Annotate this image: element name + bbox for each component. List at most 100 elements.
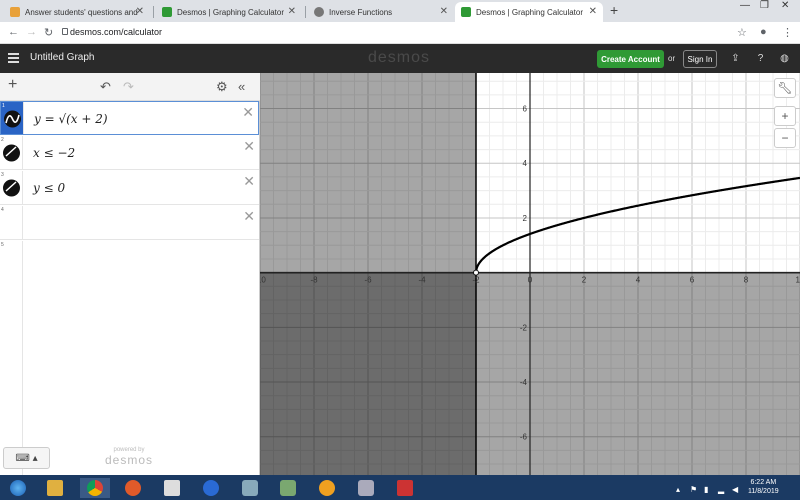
expression-number: 1	[2, 103, 5, 109]
minimize-icon[interactable]: —	[740, 0, 750, 11]
magnifier-icon	[319, 480, 335, 496]
graph-settings-wrench-icon[interactable]: 🔧︎	[774, 78, 796, 98]
desmos-favicon-icon	[162, 7, 172, 17]
share-icon[interactable]: ⇪	[729, 52, 742, 65]
zoom-in-button[interactable]: +	[774, 106, 796, 126]
taskbar-app-5[interactable]	[196, 478, 226, 498]
bookmark-star-icon[interactable]: ☆	[737, 26, 747, 39]
taskbar-app-6[interactable]	[235, 478, 265, 498]
taskbar-search[interactable]	[312, 478, 342, 498]
expression-row-1[interactable]: 1 y = √(x + 2) ✕	[0, 101, 259, 135]
x-tick-label: 0	[528, 276, 533, 285]
taskbar-app-7[interactable]	[273, 478, 303, 498]
url-field[interactable]: desmos.com/calculator	[70, 27, 162, 37]
menu-dots-icon[interactable]: ⋮	[782, 26, 793, 39]
flag-icon[interactable]: ⚑	[690, 485, 697, 494]
expression-panel: + ↶ ↷ ⚙ « 1 y = √(x + 2) ✕ 2 x ≤ −2 ✕ 3	[0, 73, 260, 475]
sign-in-button[interactable]: Sign In	[683, 50, 717, 68]
help-icon[interactable]: ?	[754, 52, 767, 65]
reload-icon[interactable]: ↻	[44, 26, 53, 39]
taskbar-app-3[interactable]	[118, 478, 148, 498]
zoom-out-button[interactable]: −	[774, 128, 796, 148]
browser-tab-title: Desmos | Graphing Calculator	[177, 7, 285, 17]
y-tick-label: 6	[523, 105, 528, 114]
language-globe-icon[interactable]: ◍	[778, 52, 791, 65]
battery-icon[interactable]: ▮	[704, 485, 708, 494]
new-tab-icon[interactable]: +	[610, 2, 618, 18]
x-tick-label: -2	[472, 276, 480, 285]
app-icon	[358, 480, 374, 496]
start-button[interactable]	[3, 478, 33, 498]
desmos-logo: desmos	[368, 49, 431, 66]
or-label: or	[668, 54, 676, 63]
snipping-tool-icon	[397, 480, 413, 496]
delete-expression-icon[interactable]: ✕	[242, 104, 254, 121]
create-account-button[interactable]: Create Account	[597, 50, 664, 68]
expression-text[interactable]: x ≤ −2	[33, 146, 75, 160]
forward-icon[interactable]: →	[26, 26, 37, 38]
browser-tab-strip: Answer students' questions and ✕ Desmos …	[0, 0, 800, 22]
taskbar-clock[interactable]: 6:22 AM 11/8/2019	[748, 478, 779, 496]
graph-paper[interactable]: -10 -8 -6 -4 -2 0 2 4 6 8 10 2 4 6 -2 -4 -6 🔧︎ + −	[260, 73, 800, 475]
graph-title[interactable]: Untitled Graph	[30, 52, 94, 63]
address-bar: ← → ↻ desmos.com/calculator ☆ ● ⋮	[0, 22, 800, 44]
y-tick-label: -2	[520, 323, 528, 332]
expression-text[interactable]: y = √(x + 2)	[34, 112, 108, 126]
close-tab-icon[interactable]: ✕	[288, 6, 296, 17]
undo-icon[interactable]: ↶	[100, 79, 111, 95]
back-icon[interactable]: ←	[8, 26, 19, 38]
collapse-panel-icon[interactable]: «	[238, 79, 245, 94]
graph-canvas[interactable]: -10 -8 -6 -4 -2 0 2 4 6 8 10 2 4 6 -2 -4 -6	[260, 73, 800, 475]
powered-by-desmos: powered by desmos	[103, 447, 155, 467]
browser-tab-title: Inverse Functions	[329, 7, 393, 17]
browser-tab-title: Answer students' questions and	[25, 7, 138, 17]
taskbar-chrome[interactable]	[80, 478, 110, 498]
profile-icon[interactable]: ●	[760, 26, 767, 38]
network-icon[interactable]: ▂	[718, 485, 724, 494]
volume-icon[interactable]: ◀	[732, 485, 738, 494]
tray-expand-icon[interactable]: ▴	[676, 485, 680, 494]
taskbar-app-10[interactable]	[390, 478, 420, 498]
window-icon	[164, 480, 180, 496]
delete-expression-icon[interactable]: ✕	[243, 138, 255, 155]
globe-icon	[314, 7, 324, 17]
x-tick-label: 8	[744, 276, 749, 285]
expression-row-4[interactable]: 4 ✕	[0, 206, 259, 240]
taskbar-explorer[interactable]	[40, 478, 70, 498]
expression-tab: 5	[0, 241, 23, 475]
close-tab-icon[interactable]: ✕	[136, 6, 144, 17]
close-tab-icon[interactable]: ✕	[589, 6, 597, 17]
browser-tab-2[interactable]: Desmos | Graphing Calculator ✕	[156, 2, 302, 22]
browser-tab-3[interactable]: Inverse Functions ✕	[308, 2, 454, 22]
x-tick-label: 6	[690, 276, 695, 285]
desmos-header: Untitled Graph desmos	[0, 44, 800, 73]
expression-row-5[interactable]: 5	[0, 241, 259, 475]
taskbar-app-4[interactable]	[157, 478, 187, 498]
delete-expression-icon[interactable]: ✕	[243, 208, 255, 225]
app-icon	[203, 480, 219, 496]
expression-text[interactable]: y ≤ 0	[33, 181, 65, 195]
keypad-toggle-button[interactable]: ⌨ ▴	[3, 447, 50, 469]
expression-row-3[interactable]: 3 y ≤ 0 ✕	[0, 171, 259, 205]
expression-tab[interactable]: 3	[0, 171, 23, 204]
settings-gear-icon[interactable]: ⚙	[216, 79, 228, 95]
taskbar-app-9[interactable]	[351, 478, 381, 498]
expression-tab[interactable]: 1	[1, 102, 24, 134]
browser-tab-1[interactable]: Answer students' questions and ✕	[4, 2, 150, 22]
hamburger-menu-icon[interactable]	[8, 53, 19, 63]
close-window-icon[interactable]: ✕	[781, 0, 789, 11]
expression-row-2[interactable]: 2 x ≤ −2 ✕	[0, 136, 259, 170]
expression-number: 2	[1, 137, 4, 143]
delete-expression-icon[interactable]: ✕	[243, 173, 255, 190]
browser-tab-4[interactable]: Desmos | Graphing Calculator ✕	[455, 2, 603, 22]
caret-up-icon: ▴	[32, 452, 38, 464]
browser-tab-title: Desmos | Graphing Calculator	[476, 7, 584, 17]
restore-icon[interactable]: ❐	[760, 0, 769, 11]
close-tab-icon[interactable]: ✕	[440, 6, 448, 17]
expression-tab[interactable]: 2	[0, 136, 23, 169]
x-tick-label: -10	[260, 276, 266, 285]
add-item-icon[interactable]: +	[8, 76, 17, 94]
app-icon	[242, 480, 258, 496]
x-tick-label: 4	[636, 276, 641, 285]
redo-icon[interactable]: ↷	[123, 79, 134, 95]
